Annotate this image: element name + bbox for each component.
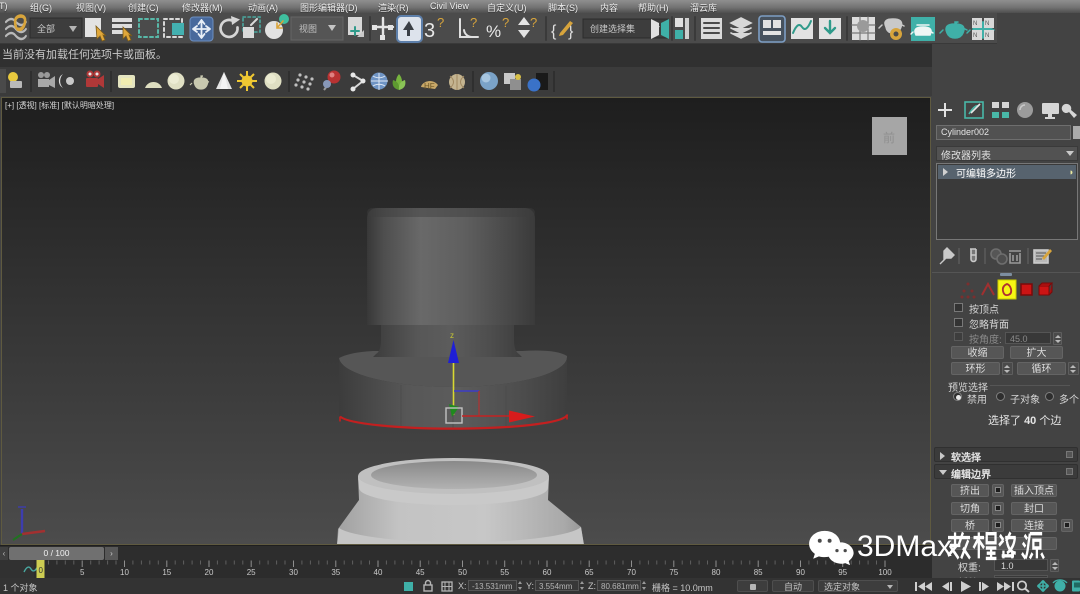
svg-text:N: N: [985, 33, 989, 39]
svg-text:HF: HF: [424, 82, 435, 91]
svg-text:85: 85: [754, 568, 763, 577]
svg-text:15: 15: [162, 568, 171, 577]
svg-text:75: 75: [669, 568, 678, 577]
svg-text:%: %: [486, 22, 501, 41]
svg-text:z: z: [450, 331, 454, 340]
svg-text:3: 3: [424, 20, 435, 42]
svg-text:80: 80: [712, 568, 721, 577]
svg-text:N: N: [973, 33, 977, 39]
svg-text:95: 95: [838, 568, 847, 577]
svg-text:3DMax: 3DMax: [857, 530, 952, 563]
svg-text:创建选择集: 创建选择集: [590, 23, 635, 34]
svg-text:100: 100: [878, 568, 892, 577]
svg-text:30: 30: [289, 568, 298, 577]
svg-text:90: 90: [796, 568, 805, 577]
svg-text:0: 0: [39, 566, 44, 575]
svg-text:20: 20: [205, 568, 214, 577]
svg-text:45: 45: [416, 568, 425, 577]
svg-text:全部: 全部: [37, 23, 55, 34]
svg-text:?: ?: [437, 15, 444, 30]
svg-text:55: 55: [500, 568, 509, 577]
svg-text:25: 25: [247, 568, 256, 577]
svg-text:50: 50: [458, 568, 467, 577]
svg-text:N: N: [973, 21, 977, 27]
svg-text:40: 40: [374, 568, 383, 577]
svg-text:70: 70: [627, 568, 636, 577]
svg-text:视图: 视图: [299, 23, 317, 34]
svg-text:35: 35: [331, 568, 340, 577]
svg-text:?: ?: [470, 15, 477, 30]
svg-text:?: ?: [502, 15, 509, 30]
svg-text:{: {: [551, 23, 557, 40]
svg-text:65: 65: [585, 568, 594, 577]
svg-text:60: 60: [543, 568, 552, 577]
svg-text:10: 10: [120, 568, 129, 577]
svg-text:5: 5: [80, 568, 85, 577]
svg-text:?: ?: [530, 15, 537, 30]
svg-text:N: N: [985, 21, 989, 27]
